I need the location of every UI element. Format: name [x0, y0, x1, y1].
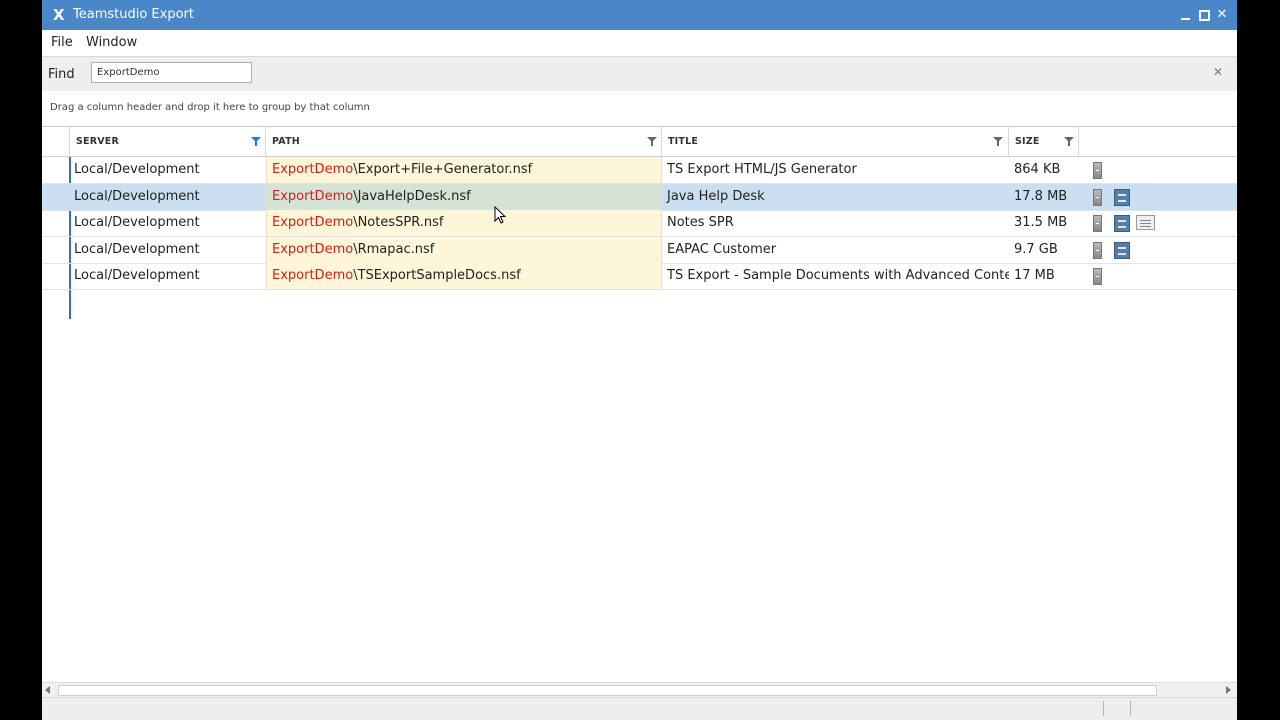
cell-icons[interactable] — [1079, 184, 1237, 210]
minimize-icon — [1181, 18, 1190, 20]
close-button[interactable]: ✕ — [1215, 7, 1229, 23]
column-header-path[interactable]: PATH — [266, 127, 662, 156]
group-panel-hint[interactable]: Drag a column header and drop it here to… — [50, 102, 370, 113]
find-input[interactable] — [91, 62, 252, 83]
status-separator — [1130, 701, 1131, 716]
status-separator — [1103, 701, 1104, 716]
mouse-cursor-icon — [494, 206, 508, 226]
column-header-title[interactable]: TITLE — [662, 127, 1009, 156]
cell-title[interactable]: TS Export - Sample Documents with Advanc… — [662, 263, 1009, 289]
cell-icons[interactable] — [1079, 263, 1237, 289]
path-match-highlight: ExportDemo — [272, 242, 353, 257]
cell-title[interactable]: EAPAC Customer — [662, 237, 1009, 263]
scroll-left-icon[interactable] — [45, 686, 50, 694]
table-row[interactable]: Local/DevelopmentExportDemo\NotesSPR.nsf… — [42, 210, 1237, 237]
cell-size[interactable]: 17.8 MB — [1009, 184, 1079, 210]
column-header-label: SERVER — [76, 136, 119, 147]
path-rest: \Export+File+Generator.nsf — [353, 162, 532, 177]
cell-server[interactable]: Local/Development — [70, 263, 266, 289]
column-header-label: TITLE — [668, 136, 698, 147]
column-header-server[interactable]: SERVER — [70, 127, 266, 156]
cell-server[interactable]: Local/Development — [70, 157, 266, 183]
status-bar — [42, 697, 1237, 720]
filter-icon[interactable] — [1064, 137, 1074, 142]
horizontal-scrollbar[interactable] — [42, 682, 1237, 697]
cell-server[interactable]: Local/Development — [70, 237, 266, 263]
cell-title[interactable]: TS Export HTML/JS Generator — [662, 157, 1009, 183]
filter-icon[interactable] — [993, 137, 1003, 142]
path-match-highlight: ExportDemo — [272, 162, 353, 177]
database-icon[interactable] — [1093, 189, 1102, 206]
cell-size[interactable]: 864 KB — [1009, 157, 1079, 183]
cell-size[interactable]: 17 MB — [1009, 263, 1079, 289]
cabinet-icon[interactable] — [1114, 189, 1130, 206]
cell-server[interactable]: Local/Development — [70, 210, 266, 236]
cell-path[interactable]: ExportDemo\Export+File+Generator.nsf — [266, 157, 662, 183]
path-match-highlight: ExportDemo — [272, 268, 353, 283]
scroll-right-icon[interactable] — [1226, 686, 1231, 694]
window-title: Teamstudio Export — [73, 7, 194, 23]
cell-path[interactable]: ExportDemo\JavaHelpDesk.nsf — [266, 184, 662, 210]
path-match-highlight: ExportDemo — [272, 189, 353, 204]
title-bar[interactable]: X Teamstudio Export ✕ — [42, 0, 1237, 30]
document-icon[interactable] — [1136, 215, 1155, 230]
menu-window[interactable]: Window — [86, 35, 137, 51]
path-rest: \Rmapac.nsf — [353, 242, 434, 257]
minimize-button[interactable] — [1179, 7, 1193, 23]
cell-size[interactable]: 31.5 MB — [1009, 210, 1079, 236]
filter-icon[interactable] — [647, 137, 657, 142]
clear-find-button[interactable]: ✕ — [1213, 65, 1223, 79]
column-header-label: PATH — [272, 136, 300, 147]
cell-title[interactable]: Notes SPR — [662, 210, 1009, 236]
cell-path[interactable]: ExportDemo\NotesSPR.nsf — [266, 210, 662, 236]
database-icon[interactable] — [1093, 268, 1102, 285]
table-row[interactable]: Local/DevelopmentExportDemo\Export+File+… — [42, 157, 1237, 184]
app-window: X Teamstudio Export ✕ File Window Find ✕… — [42, 0, 1237, 720]
find-label: Find — [48, 67, 75, 82]
filter-icon[interactable] — [251, 137, 261, 142]
table-row[interactable]: Local/DevelopmentExportDemo\TSExportSamp… — [42, 263, 1237, 290]
table-row[interactable]: Local/DevelopmentExportDemo\JavaHelpDesk… — [42, 184, 1237, 211]
cell-icons[interactable] — [1079, 157, 1237, 183]
cell-icons[interactable] — [1079, 237, 1237, 263]
column-header-size[interactable]: SIZE — [1009, 127, 1079, 156]
database-icon[interactable] — [1093, 215, 1102, 232]
cell-server[interactable]: Local/Development — [70, 184, 266, 210]
path-match-highlight: ExportDemo — [272, 215, 353, 230]
find-bar: Find ✕ — [42, 57, 1237, 91]
scrollbar-thumb[interactable] — [58, 685, 1157, 696]
database-icon[interactable] — [1093, 162, 1102, 179]
data-grid: SERVER PATH TITLE SIZE Local/Development… — [42, 126, 1237, 683]
table-row[interactable]: Local/DevelopmentExportDemo\Rmapac.nsfEA… — [42, 237, 1237, 264]
column-header-icons — [1079, 127, 1237, 156]
app-logo-icon: X — [53, 6, 65, 24]
menu-bar: File Window — [42, 30, 1237, 57]
maximize-button[interactable] — [1197, 7, 1211, 23]
row-indicator-header — [42, 127, 70, 156]
cell-icons[interactable] — [1079, 210, 1237, 236]
path-rest: \JavaHelpDesk.nsf — [353, 189, 471, 204]
cell-path[interactable]: ExportDemo\TSExportSampleDocs.nsf — [266, 263, 662, 289]
database-icon[interactable] — [1093, 242, 1102, 259]
cabinet-icon[interactable] — [1114, 242, 1130, 259]
cell-path[interactable]: ExportDemo\Rmapac.nsf — [266, 237, 662, 263]
cell-title[interactable]: Java Help Desk — [662, 184, 1009, 210]
cell-size[interactable]: 9.7 GB — [1009, 237, 1079, 263]
column-header-label: SIZE — [1015, 136, 1040, 147]
menu-file[interactable]: File — [51, 35, 73, 51]
cabinet-icon[interactable] — [1114, 215, 1130, 232]
grid-header: SERVER PATH TITLE SIZE — [42, 127, 1237, 157]
path-rest: \NotesSPR.nsf — [353, 215, 443, 230]
path-rest: \TSExportSampleDocs.nsf — [353, 268, 520, 283]
maximize-icon — [1199, 10, 1210, 21]
